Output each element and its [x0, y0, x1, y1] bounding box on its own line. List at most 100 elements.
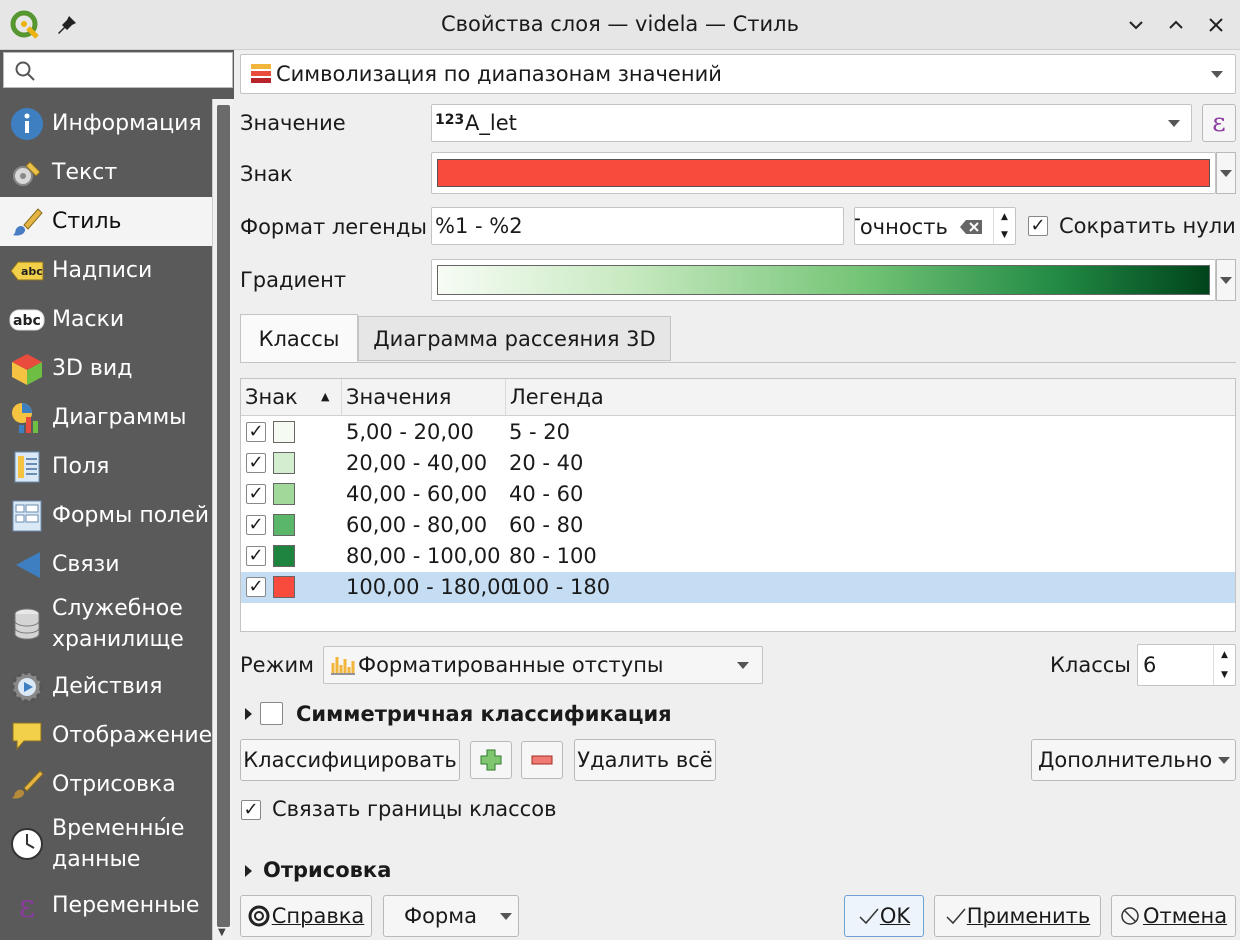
add-class-button[interactable]	[470, 741, 512, 779]
apply-button[interactable]: Применить	[934, 895, 1101, 937]
color-ramp-dropdown-button[interactable]	[1216, 259, 1236, 301]
maximize-button[interactable]	[1161, 10, 1191, 40]
legend-format-input[interactable]: %1 - %2	[431, 207, 844, 245]
class-values-cell[interactable]: 5,00 - 20,00	[346, 420, 474, 444]
minimize-button[interactable]	[1121, 10, 1151, 40]
ok-button[interactable]: OK	[844, 895, 924, 937]
classify-button[interactable]: Классифицировать	[240, 739, 460, 781]
sidebar-item-actions[interactable]: Действия	[0, 662, 212, 711]
sidebar-item-3d-view[interactable]: 3D вид	[0, 344, 212, 393]
class-visibility-checkbox[interactable]: ✓	[246, 453, 266, 473]
mode-select[interactable]: Форматированные отступы	[323, 646, 763, 684]
sidebar-item-display[interactable]: Отображение	[0, 711, 212, 760]
class-values-cell[interactable]: 60,00 - 80,00	[346, 513, 487, 537]
column-header-symbol[interactable]: Знак ▲	[241, 379, 342, 416]
class-legend-cell[interactable]: 5 - 20	[509, 420, 570, 444]
class-legend-cell[interactable]: 100 - 180	[509, 575, 610, 599]
sidebar-item-fields[interactable]: Поля	[0, 442, 212, 491]
class-symbol-swatch[interactable]	[273, 421, 295, 443]
class-visibility-checkbox[interactable]: ✓	[246, 546, 266, 566]
help-button[interactable]: Справка	[240, 895, 372, 937]
clear-backspace-icon[interactable]	[959, 219, 983, 235]
class-symbol-swatch[interactable]	[273, 452, 295, 474]
classes-spin-arrows[interactable]: ▲ ▼	[1213, 645, 1235, 685]
table-row[interactable]: ✓ 100,00 - 180,00 100 - 180	[241, 572, 1235, 603]
class-symbol-swatch[interactable]	[273, 576, 295, 598]
class-visibility-checkbox[interactable]: ✓	[246, 515, 266, 535]
value-field-select[interactable]: 123 A_let	[431, 104, 1192, 142]
table-row[interactable]: ✓ 40,00 - 60,00 40 - 60	[241, 479, 1235, 510]
link-class-bounds-checkbox[interactable]: ✓	[241, 800, 261, 820]
spin-down-icon[interactable]: ▼	[1221, 670, 1228, 680]
class-values-cell[interactable]: 20,00 - 40,00	[346, 451, 487, 475]
expand-arrow-icon[interactable]	[245, 865, 252, 877]
class-legend-cell[interactable]: 20 - 40	[509, 451, 583, 475]
tab-classes[interactable]: Классы	[240, 314, 358, 363]
class-visibility-checkbox[interactable]: ✓	[246, 484, 266, 504]
window-title: Свойства слоя — videla — Стиль	[441, 12, 799, 36]
class-values-cell[interactable]: 100,00 - 180,00	[346, 575, 514, 599]
sidebar-item-variables[interactable]: ε Переменные	[0, 881, 212, 930]
scrollbar-thumb[interactable]	[217, 105, 230, 927]
class-visibility-checkbox[interactable]: ✓	[246, 422, 266, 442]
expand-arrow-icon[interactable]	[245, 708, 252, 720]
class-symbol-swatch[interactable]	[273, 483, 295, 505]
sidebar-item-masks[interactable]: abc Маски	[0, 295, 212, 344]
color-ramp-button[interactable]	[431, 259, 1216, 301]
delete-class-button[interactable]	[521, 741, 563, 779]
masks-abc-icon: abc	[8, 301, 46, 339]
rendering-section-label[interactable]: Отрисовка	[263, 858, 391, 882]
expression-button[interactable]: ε	[1202, 104, 1236, 142]
table-row[interactable]: ✓ 80,00 - 100,00 80 - 100	[241, 541, 1235, 572]
class-visibility-checkbox[interactable]: ✓	[246, 577, 266, 597]
spin-up-icon[interactable]: ▲	[1001, 212, 1008, 222]
scroll-down-arrow-icon[interactable]: ▼	[218, 927, 226, 938]
sidebar-item-attribute-forms[interactable]: Формы полей	[0, 491, 212, 540]
column-header-legend[interactable]: Легенда	[506, 379, 1235, 416]
classes-table[interactable]: Знак ▲ Значения Легенда ✓ 5,00 - 20,00 5 - …	[240, 378, 1236, 632]
table-row[interactable]: ✓ 60,00 - 80,00 60 - 80	[241, 510, 1235, 541]
classes-spinbox[interactable]: 6 ▲ ▼	[1137, 644, 1236, 686]
spin-down-icon[interactable]: ▼	[1001, 230, 1008, 240]
renderer-type-select[interactable]: Символизация по диапазонам значений	[240, 54, 1236, 94]
column-header-values[interactable]: Значения	[342, 379, 506, 416]
sidebar-item-temporal[interactable]: Временны́е данные	[0, 809, 212, 879]
trim-zeros-checkbox[interactable]: ✓	[1028, 216, 1048, 236]
sidebar-item-diagrams[interactable]: Диаграммы	[0, 393, 212, 442]
renderer-type-value: Символизация по диапазонам значений	[276, 62, 722, 86]
class-legend-cell[interactable]: 60 - 80	[509, 513, 583, 537]
sidebar-item-labels[interactable]: abc Надписи	[0, 246, 212, 295]
class-values-cell[interactable]: 80,00 - 100,00	[346, 544, 501, 568]
cancel-button[interactable]: Отмена	[1111, 895, 1236, 937]
class-legend-cell[interactable]: 80 - 100	[509, 544, 597, 568]
sidebar-item-style[interactable]: Стиль	[0, 197, 212, 246]
spin-up-icon[interactable]: ▲	[1221, 650, 1228, 660]
sidebar-item-rendering[interactable]: Отрисовка	[0, 760, 212, 809]
sidebar-item-auxiliary-storage[interactable]: Служебное хранилище	[0, 589, 212, 659]
symbol-button[interactable]	[431, 152, 1216, 194]
close-button[interactable]	[1201, 10, 1231, 40]
precision-spin-arrows[interactable]: ▲ ▼	[993, 208, 1015, 244]
class-symbol-swatch[interactable]	[273, 514, 295, 536]
search-input[interactable]	[3, 52, 233, 88]
class-legend-cell[interactable]: 40 - 60	[509, 482, 583, 506]
diagram-icon	[8, 399, 46, 437]
class-symbol-swatch[interactable]	[273, 545, 295, 567]
style-menu-button[interactable]: Форма	[383, 895, 519, 937]
sidebar-item-joins[interactable]: Связи	[0, 540, 212, 589]
sidebar-item-information[interactable]: Информация	[0, 99, 212, 148]
actions-gear-icon	[8, 668, 46, 706]
precision-spinbox[interactable]: Точность ▲ ▼	[854, 207, 1016, 245]
sidebar-item-source[interactable]: Текст	[0, 148, 212, 197]
table-row[interactable]: ✓ 5,00 - 20,00 5 - 20	[241, 417, 1235, 448]
sidebar-scrollbar[interactable]: ▼	[212, 99, 234, 940]
tab-scatter-3d[interactable]: Диаграмма рассеяния 3D	[358, 316, 671, 361]
class-values-cell[interactable]: 40,00 - 60,00	[346, 482, 487, 506]
advanced-menu-button[interactable]: Дополнительно	[1031, 739, 1236, 781]
mode-label: Режим	[240, 653, 314, 677]
symmetric-classification-checkbox[interactable]	[260, 702, 283, 725]
table-row[interactable]: ✓ 20,00 - 40,00 20 - 40	[241, 448, 1235, 479]
delete-all-button[interactable]: Удалить всё	[574, 739, 716, 781]
symbol-dropdown-button[interactable]	[1216, 152, 1236, 194]
ok-label: OK	[879, 904, 911, 928]
